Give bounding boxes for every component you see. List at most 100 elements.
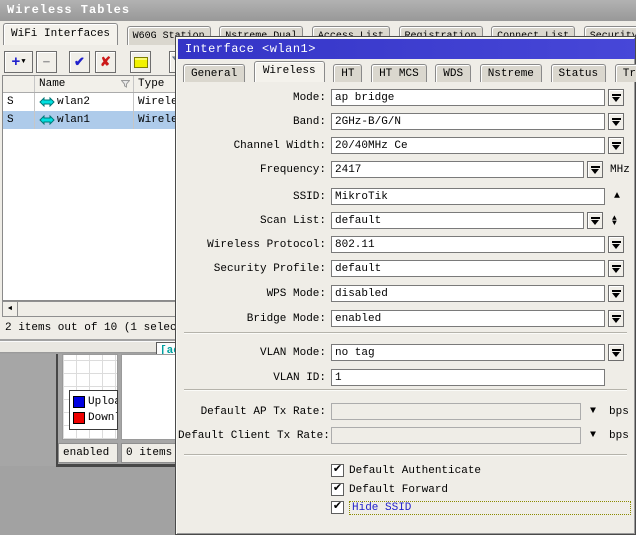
dropdown-icon xyxy=(591,217,600,225)
frequency-label: Frequency: xyxy=(178,164,326,176)
channel-width-input[interactable] xyxy=(331,137,605,154)
field-row-channel-width: Channel Width: xyxy=(176,137,633,154)
dropdown-icon xyxy=(612,241,621,249)
add-button[interactable]: + ▼ xyxy=(4,51,33,73)
checkbox-label: Default Forward xyxy=(349,484,448,496)
separator xyxy=(184,389,627,391)
interface-name: wlan2 xyxy=(57,96,90,108)
separator xyxy=(184,454,627,456)
remove-button[interactable]: − xyxy=(36,51,57,73)
wireless-protocol-input[interactable] xyxy=(331,236,605,253)
field-row-frequency: Frequency: MHz xyxy=(176,161,633,178)
mode-input[interactable] xyxy=(331,89,605,106)
field-row-band: Band: xyxy=(176,113,633,130)
scan-list-input[interactable] xyxy=(331,212,584,229)
scan-list-dropdown-button[interactable] xyxy=(587,212,603,229)
enable-button[interactable]: ✔ xyxy=(69,51,90,73)
bridge-mode-label: Bridge Mode: xyxy=(178,313,326,325)
vlan-id-input[interactable] xyxy=(331,369,605,386)
bridge-mode-dropdown-button[interactable] xyxy=(608,310,624,327)
dropdown-icon xyxy=(612,349,621,357)
tab-general[interactable]: General xyxy=(183,64,245,82)
mode-dropdown-button[interactable] xyxy=(608,89,624,106)
scan-list-label: Scan List: xyxy=(178,215,326,227)
ssid-input[interactable] xyxy=(331,188,605,205)
dialog-tabbar: General Wireless HT HT MCS WDS Nstreme S… xyxy=(178,61,635,85)
field-row-default-client-tx-rate: Default Client Tx Rate: ▼ bps xyxy=(176,427,633,444)
band-input[interactable] xyxy=(331,113,605,130)
wireless-protocol-dropdown-button[interactable] xyxy=(608,236,624,253)
field-row-vlan-id: VLAN ID: xyxy=(176,369,633,386)
graph-legend: Uploa Downl xyxy=(69,390,118,430)
tab-nstreme[interactable]: Nstreme xyxy=(480,64,542,82)
field-row-security-profile: Security Profile: xyxy=(176,260,633,277)
checkbox-row-hide-ssid[interactable]: ✔ Hide SSID xyxy=(331,500,631,515)
scroll-left-button[interactable]: ◄ xyxy=(3,302,18,316)
frequency-dropdown-button[interactable] xyxy=(587,161,603,178)
toolbar: + ▼ − ✔ ✘ xyxy=(0,49,190,75)
disable-icon: ✘ xyxy=(100,55,111,70)
tab-ht[interactable]: HT xyxy=(333,64,362,82)
wlan-interface-icon xyxy=(39,115,55,125)
scroll-left-icon: ◄ xyxy=(8,305,12,313)
vlan-mode-label: VLAN Mode: xyxy=(178,347,326,359)
items-count-status: 0 items xyxy=(121,443,177,463)
rate-unit: bps xyxy=(609,430,629,442)
checkbox-checked-icon[interactable]: ✔ xyxy=(331,464,344,477)
field-row-bridge-mode: Bridge Mode: xyxy=(176,310,633,327)
vlan-mode-dropdown-button[interactable] xyxy=(608,344,624,361)
upload-swatch xyxy=(73,396,85,408)
dropdown-arrow-icon[interactable]: ▼ xyxy=(590,431,596,441)
band-dropdown-button[interactable] xyxy=(608,113,624,130)
field-row-mode: Mode: xyxy=(176,89,633,106)
collapse-arrow-icon[interactable]: ▲ xyxy=(614,192,620,202)
default-ap-tx-rate-label: Default AP Tx Rate: xyxy=(178,406,326,418)
channel-width-dropdown-button[interactable] xyxy=(608,137,624,154)
default-client-tx-rate-label: Default Client Tx Rate: xyxy=(178,430,326,442)
tab-wds[interactable]: WDS xyxy=(435,64,471,82)
channel-width-label: Channel Width: xyxy=(178,140,326,152)
column-filter-icon[interactable] xyxy=(121,80,130,88)
field-row-wps-mode: WPS Mode: xyxy=(176,285,633,302)
bridge-mode-input[interactable] xyxy=(331,310,605,327)
security-profile-input[interactable] xyxy=(331,260,605,277)
tab-wireless[interactable]: Wireless xyxy=(254,61,325,82)
field-row-default-ap-tx-rate: Default AP Tx Rate: ▼ bps xyxy=(176,403,633,420)
desktop: { "win": { "title": "Wireless Tables", "… xyxy=(0,0,636,535)
band-label: Band: xyxy=(178,116,326,128)
checkbox-row-default-forward[interactable]: ✔ Default Forward xyxy=(331,482,448,497)
interface-dialog: Interface <wlan1> General Wireless HT HT… xyxy=(175,36,636,535)
checkbox-label-focused: Hide SSID xyxy=(349,501,631,515)
field-row-ssid: SSID: ▲ xyxy=(176,188,633,205)
updown-arrows-icon[interactable]: ▲▼ xyxy=(612,216,617,226)
checkbox-checked-icon[interactable]: ✔ xyxy=(331,501,344,514)
add-icon: + xyxy=(11,55,20,70)
field-row-vlan-mode: VLAN Mode: xyxy=(176,344,633,361)
flags-column-header[interactable] xyxy=(3,76,35,92)
tab-wifi-interfaces[interactable]: WiFi Interfaces xyxy=(3,23,118,45)
disable-button[interactable]: ✘ xyxy=(95,51,116,73)
empty-list-panel xyxy=(121,354,177,440)
name-column-header[interactable]: Name xyxy=(35,76,134,92)
frequency-unit: MHz xyxy=(610,164,630,176)
vlan-mode-input[interactable] xyxy=(331,344,605,361)
tab-ht-mcs[interactable]: HT MCS xyxy=(371,64,427,82)
comment-button[interactable] xyxy=(130,51,151,73)
tab-traffic[interactable]: Traffic xyxy=(615,64,636,82)
security-profile-dropdown-button[interactable] xyxy=(608,260,624,277)
window-title: Wireless Tables xyxy=(0,0,636,21)
wps-mode-dropdown-button[interactable] xyxy=(608,285,624,302)
wps-mode-label: WPS Mode: xyxy=(178,288,326,300)
ssid-label: SSID: xyxy=(178,191,326,203)
dropdown-icon xyxy=(591,166,600,174)
tab-status[interactable]: Status xyxy=(551,64,607,82)
download-swatch xyxy=(73,412,85,424)
frequency-input[interactable] xyxy=(331,161,584,178)
rate-unit: bps xyxy=(609,406,629,418)
wps-mode-input[interactable] xyxy=(331,285,605,302)
checkbox-row-default-authenticate[interactable]: ✔ Default Authenticate xyxy=(331,463,481,478)
checkbox-checked-icon[interactable]: ✔ xyxy=(331,483,344,496)
dropdown-arrow-icon[interactable]: ▼ xyxy=(590,407,596,417)
dialog-titlebar[interactable]: Interface <wlan1> xyxy=(178,39,635,59)
dropdown-icon xyxy=(612,118,621,126)
